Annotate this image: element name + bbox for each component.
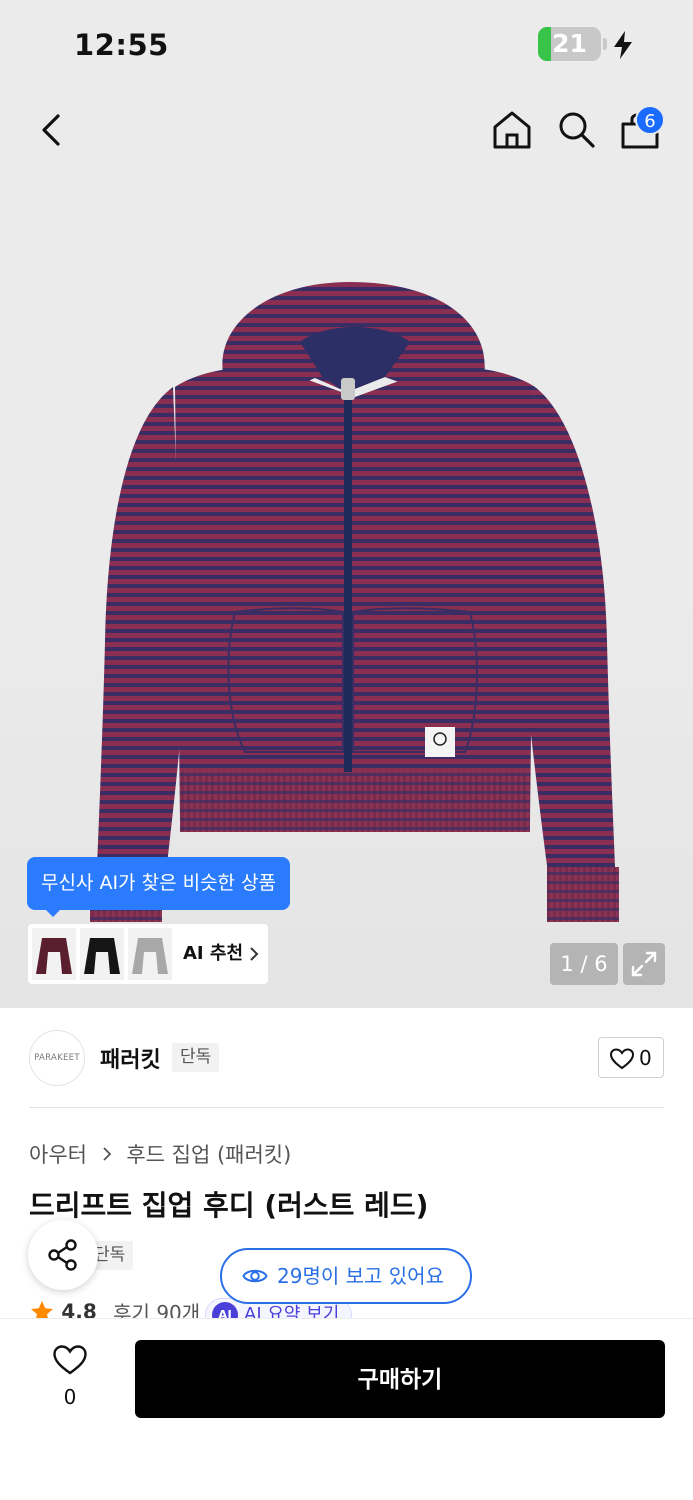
brand-name[interactable]: 패러킷 bbox=[100, 1042, 161, 1074]
viewers-count-pill: 29명이 보고 있어요 bbox=[220, 1248, 472, 1304]
battery-level: 21 bbox=[552, 29, 587, 58]
ai-recommend-label[interactable]: AI 추천 bbox=[183, 924, 243, 984]
buy-button[interactable]: 구매하기 bbox=[135, 1340, 665, 1418]
tooltip-tail bbox=[44, 908, 62, 917]
recommend-thumb-3[interactable] bbox=[128, 928, 172, 980]
brand-logo[interactable]: PARAKEET bbox=[29, 1030, 85, 1086]
heart-icon bbox=[609, 1048, 635, 1070]
brand-like-button[interactable]: 0 bbox=[598, 1037, 664, 1078]
brand-like-count: 0 bbox=[639, 1046, 652, 1070]
heart-icon bbox=[53, 1345, 87, 1375]
chevron-right-icon bbox=[250, 947, 259, 961]
home-icon[interactable] bbox=[490, 108, 534, 152]
ai-recommend-strip[interactable]: AI 추천 bbox=[28, 924, 268, 984]
battery-indicator: 21 bbox=[538, 27, 601, 61]
breadcrumb-category[interactable]: 아우터 bbox=[29, 1139, 87, 1169]
status-bar: 12:55 21 bbox=[0, 0, 693, 90]
search-icon[interactable] bbox=[555, 108, 599, 152]
back-arrow-icon[interactable] bbox=[32, 108, 72, 152]
eye-icon bbox=[242, 1269, 268, 1283]
charging-bolt-icon bbox=[614, 31, 632, 59]
ai-recommend-tooltip: 무신사 AI가 찾은 비슷한 상품 bbox=[27, 857, 291, 910]
expand-button[interactable] bbox=[623, 943, 665, 985]
image-counter: 1 / 6 bbox=[550, 943, 618, 985]
battery-cap bbox=[603, 38, 607, 50]
status-time: 12:55 bbox=[74, 28, 169, 62]
product-photo-hoodie[interactable] bbox=[85, 282, 625, 942]
like-button[interactable]: 0 bbox=[40, 1340, 100, 1415]
like-count: 0 bbox=[63, 1385, 77, 1409]
chevron-right-icon bbox=[103, 1147, 111, 1161]
expand-icon bbox=[631, 951, 657, 977]
recommend-thumb-1[interactable] bbox=[32, 928, 76, 980]
product-title: 드리프트 집업 후디 (러스트 레드) bbox=[29, 1189, 429, 1222]
breadcrumb: 아우터 후드 집업 (패러킷) bbox=[29, 1139, 291, 1169]
exclusive-tag: 단독 bbox=[172, 1043, 220, 1072]
share-icon bbox=[48, 1239, 77, 1271]
cart-count-badge: 6 bbox=[635, 105, 665, 135]
recommend-thumb-2[interactable] bbox=[80, 928, 124, 980]
share-button[interactable] bbox=[28, 1220, 98, 1290]
breadcrumb-subcategory[interactable]: 후드 집업 (패러킷) bbox=[126, 1139, 291, 1169]
viewers-text: 29명이 보고 있어요 bbox=[277, 1264, 444, 1288]
divider bbox=[29, 1107, 664, 1108]
